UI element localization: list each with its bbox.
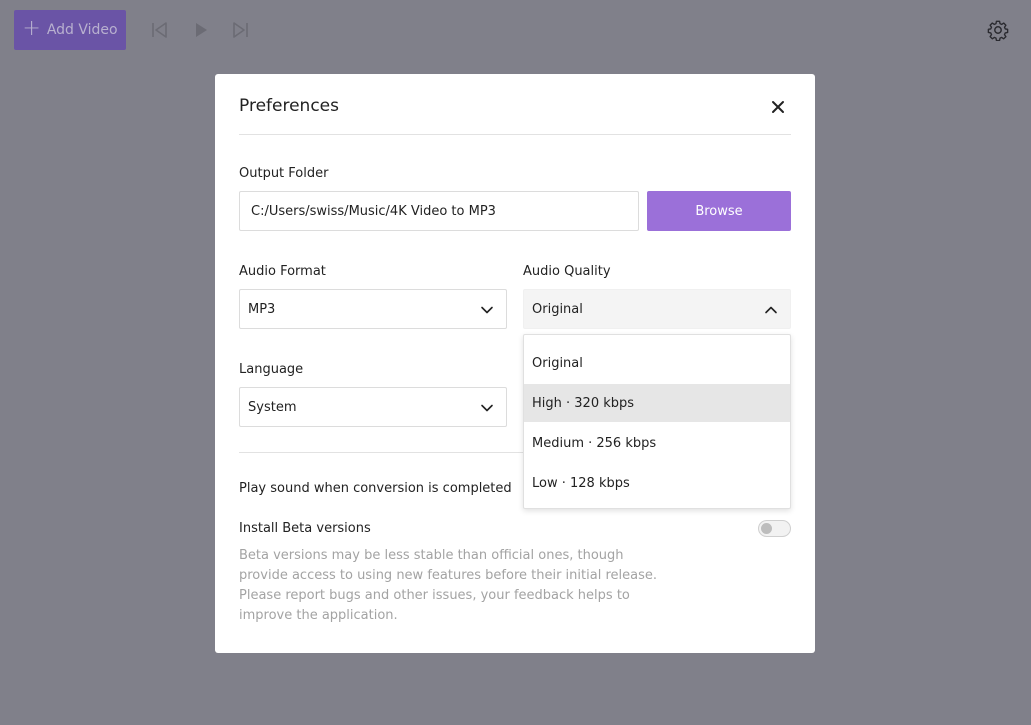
language-value: System bbox=[248, 399, 297, 415]
preferences-dialog: Preferences Output Folder Browse Audio F… bbox=[215, 74, 815, 653]
toolbar: + Add Video bbox=[0, 0, 1031, 60]
audio-quality-value: Original bbox=[532, 301, 583, 317]
audio-format-label: Audio Format bbox=[239, 264, 326, 279]
beta-description: Beta versions may be less stable than of… bbox=[239, 548, 657, 623]
quality-option-high[interactable]: High · 320 kbps bbox=[524, 384, 790, 422]
toggle-knob bbox=[761, 523, 772, 534]
dialog-title: Preferences bbox=[239, 96, 339, 116]
add-video-label: Add Video bbox=[46, 22, 118, 38]
browse-button[interactable]: Browse bbox=[647, 191, 791, 231]
close-icon bbox=[772, 101, 784, 113]
quality-option-medium[interactable]: Medium · 256 kbps bbox=[524, 424, 790, 462]
audio-quality-select[interactable]: Original bbox=[523, 289, 791, 329]
skip-back-icon[interactable] bbox=[150, 20, 170, 40]
title-divider bbox=[239, 134, 791, 135]
quality-option-low[interactable]: Low · 128 kbps bbox=[524, 464, 790, 502]
install-beta-label: Install Beta versions bbox=[239, 521, 371, 536]
chevron-up-icon bbox=[765, 306, 777, 314]
output-folder-label: Output Folder bbox=[239, 166, 329, 181]
audio-format-select[interactable]: MP3 bbox=[239, 289, 507, 329]
audio-format-value: MP3 bbox=[248, 301, 276, 317]
quality-option-original[interactable]: Original bbox=[524, 344, 790, 382]
audio-quality-dropdown: Original High · 320 kbps Medium · 256 kb… bbox=[523, 334, 791, 509]
skip-forward-icon[interactable] bbox=[230, 20, 250, 40]
app-window: + Add Video Preferences Output Folder C:… bbox=[0, 0, 1031, 725]
play-icon[interactable] bbox=[191, 20, 211, 40]
audio-quality-label: Audio Quality bbox=[523, 264, 611, 279]
install-beta-toggle[interactable] bbox=[758, 520, 791, 537]
play-sound-label: Play sound when conversion is completed bbox=[239, 481, 512, 496]
add-video-button[interactable]: + Add Video bbox=[14, 10, 126, 50]
language-label: Language bbox=[239, 362, 304, 377]
output-folder-input[interactable] bbox=[239, 191, 639, 231]
chevron-down-icon bbox=[481, 306, 493, 314]
language-select[interactable]: System bbox=[239, 387, 507, 427]
plus-icon: + bbox=[22, 16, 41, 41]
gear-icon[interactable] bbox=[987, 19, 1009, 41]
close-button[interactable] bbox=[769, 98, 787, 116]
chevron-down-icon bbox=[481, 404, 493, 412]
